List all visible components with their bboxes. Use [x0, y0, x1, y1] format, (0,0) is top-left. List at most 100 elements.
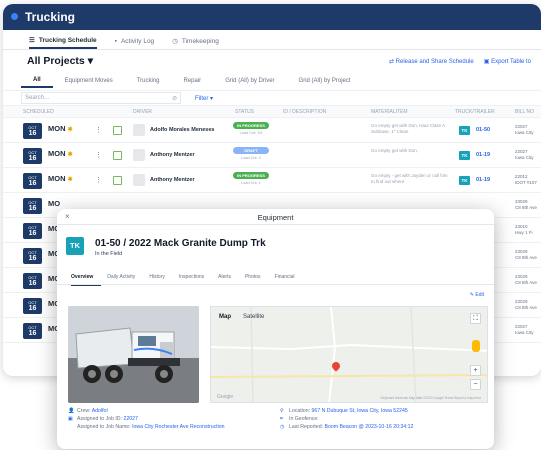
list-icon: ☰ [29, 37, 35, 44]
bill-no: 22027 Iowa City [515, 324, 534, 335]
driver-name[interactable]: Adolfo Morales Meneses [150, 127, 215, 133]
search-input[interactable]: Search... ⊘ [21, 92, 181, 104]
table-header: SCHEDULED DRIVER STATUS ID / DESCRIPTION… [3, 106, 541, 118]
truck-link[interactable]: 01-50 [476, 127, 490, 133]
col-status[interactable]: STATUS [235, 109, 254, 115]
table-row[interactable]: OCT 16 MON ✱ ⋮ Anthony Mentzer DRAFT Loa… [3, 143, 541, 168]
filter-tabs: All Equipment Moves Trucking Repair Grid… [3, 72, 541, 90]
app-titlebar: Trucking [3, 4, 541, 30]
col-scheduled[interactable]: SCHEDULED [23, 109, 54, 115]
col-id-description[interactable]: ID / DESCRIPTION [283, 109, 326, 115]
status-badge: IN PROGRESS [233, 122, 269, 129]
filter-equipment-moves[interactable]: Equipment Moves [53, 75, 125, 87]
date-badge: OCT 16 [23, 123, 42, 139]
row-checkbox[interactable] [113, 151, 122, 160]
project-selector[interactable]: All Projects ▾ [27, 55, 93, 67]
tab-timekeeping[interactable]: ◷ Timekeeping [172, 37, 219, 49]
load-count: Load Cnt: 1 [241, 181, 261, 185]
filter-repair[interactable]: Repair [172, 75, 214, 87]
map-attribution[interactable]: Keyboard shortcuts Map data ©2023 Google… [381, 396, 481, 400]
clock-icon: ◷ [280, 424, 285, 430]
filter-trucking[interactable]: Trucking [125, 75, 172, 87]
tab-trucking-schedule[interactable]: ☰ Trucking Schedule [29, 37, 97, 49]
bill-no: 23029 C8 8th Ave [515, 274, 537, 285]
equipment-modal: × Equipment TK 01-50 / 2022 Mack Granite… [57, 209, 494, 449]
truck-link[interactable]: 01-19 [476, 152, 490, 158]
row-checkbox[interactable] [113, 126, 122, 135]
search-row: Search... ⊘ Filter ▾ [3, 90, 541, 106]
equipment-assignment-info: 👤 Crew: AdolfoI ▣ Assigned to Job ID: 2202… [68, 408, 225, 430]
job-name-link[interactable]: Iowa City Rochester Ave Reconstruction [132, 424, 224, 430]
truck-type-badge: TK [459, 126, 470, 135]
tab-activity-log[interactable]: ▪ Activity Log [115, 37, 155, 49]
date-badge: OCT 16 [23, 323, 42, 339]
map-view[interactable]: Map Satellite ⛶ + − Google Keyboard shor… [210, 306, 488, 403]
bill-no: 23029 C8 8th Ave [515, 299, 537, 310]
date-badge: OCT 16 [23, 223, 42, 239]
app-title: Trucking [25, 10, 76, 24]
driver-name[interactable]: Anthony Mentzer [150, 152, 195, 158]
fullscreen-icon[interactable]: ⛶ [470, 313, 481, 324]
date-badge: OCT 16 [23, 273, 42, 289]
table-row[interactable]: OCT 16 MON ✱ ⋮ Adolfo Morales Meneses IN… [3, 118, 541, 143]
day-label: MON ✱ [48, 149, 73, 158]
day-label: MON ✱ [48, 124, 73, 133]
subtabs-bar: ☰ Trucking Schedule ▪ Activity Log ◷ Tim… [3, 30, 541, 50]
material-text: Go empty - get with Jayden or call him t… [371, 173, 448, 184]
table-row[interactable]: OCT 16 MON ✱ ⋮ Anthony Mentzer IN PROGRE… [3, 168, 541, 193]
status-badge: DRAFT [233, 147, 269, 154]
clear-search-icon[interactable]: ⊘ [172, 95, 177, 102]
job-id-link[interactable]: 22027 [123, 416, 137, 422]
trash-icon: ▪ [114, 37, 117, 45]
filter-button[interactable]: Filter ▾ [195, 95, 213, 102]
crew-link[interactable]: AdolfoI [92, 408, 108, 414]
row-checkbox[interactable] [113, 176, 122, 185]
truck-type-badge: TK [459, 176, 470, 185]
geofence-icon: ⌗ [280, 416, 283, 422]
col-driver[interactable]: DRIVER [133, 109, 152, 115]
filter-grid-by-project[interactable]: Grid (All) by Project [287, 75, 363, 87]
bill-no: 22012 IDOT #107 [515, 174, 537, 185]
driver-name[interactable]: Anthony Mentzer [150, 177, 195, 183]
filter-all[interactable]: All [21, 74, 53, 88]
google-logo: Google [217, 394, 234, 400]
edit-button[interactable]: ✎ Edit [470, 292, 484, 298]
load-count: Load Cnt: 1/9 [239, 131, 263, 135]
avatar [133, 124, 145, 136]
col-material[interactable]: MATERIALITEM [371, 109, 408, 115]
row-menu-icon[interactable]: ⋮ [95, 126, 102, 134]
project-header: All Projects ▾ ⇄ Release and Share Sched… [3, 50, 541, 72]
day-label: MO [48, 199, 61, 208]
bill-no: 22027 Iowa City [515, 124, 534, 135]
street-view-pegman-icon[interactable] [472, 340, 480, 352]
col-bill-no[interactable]: BILL NO [515, 109, 534, 115]
truck-link[interactable]: 01-19 [476, 177, 490, 183]
date-badge: OCT 16 [23, 248, 42, 264]
date-badge: OCT 16 [23, 298, 42, 314]
export-table-button[interactable]: ▣ Export Table to [484, 58, 531, 65]
bill-no: 23029 C8 8th Ave [515, 249, 537, 260]
truck-photo [68, 306, 199, 403]
avatar [133, 149, 145, 161]
row-menu-icon[interactable]: ⋮ [95, 151, 102, 159]
alert-icon: ✱ [67, 152, 73, 158]
row-menu-icon[interactable]: ⋮ [95, 176, 102, 184]
day-label: MON ✱ [48, 174, 73, 183]
clock-icon: ◷ [172, 38, 178, 45]
location-link[interactable]: 967 N Dubuque St, Iowa City, Iowa 52245 [312, 408, 408, 414]
col-truck-trailer[interactable]: TRUCK/TRAILER [455, 109, 495, 115]
person-icon: 👤 [68, 408, 75, 414]
release-share-button[interactable]: ⇄ Release and Share Schedule [389, 58, 474, 65]
map-tab-map[interactable]: Map [219, 314, 231, 320]
bill-no: 22027 Iowa City [515, 149, 534, 160]
load-count: Load Cnt: 0 [241, 156, 261, 160]
zoom-in-button[interactable]: + [470, 365, 481, 376]
status-badge: IN PROGRESS [233, 172, 269, 179]
avatar [133, 174, 145, 186]
equipment-title: 01-50 / 2022 Mack Granite Dump Trk [95, 238, 266, 249]
material-text: Go empty get with Don, [371, 148, 419, 153]
map-tab-satellite[interactable]: Satellite [243, 314, 264, 320]
modal-header: × Equipment [57, 209, 494, 225]
zoom-out-button[interactable]: − [470, 379, 481, 390]
filter-grid-by-driver[interactable]: Grid (All) by Driver [213, 75, 286, 87]
